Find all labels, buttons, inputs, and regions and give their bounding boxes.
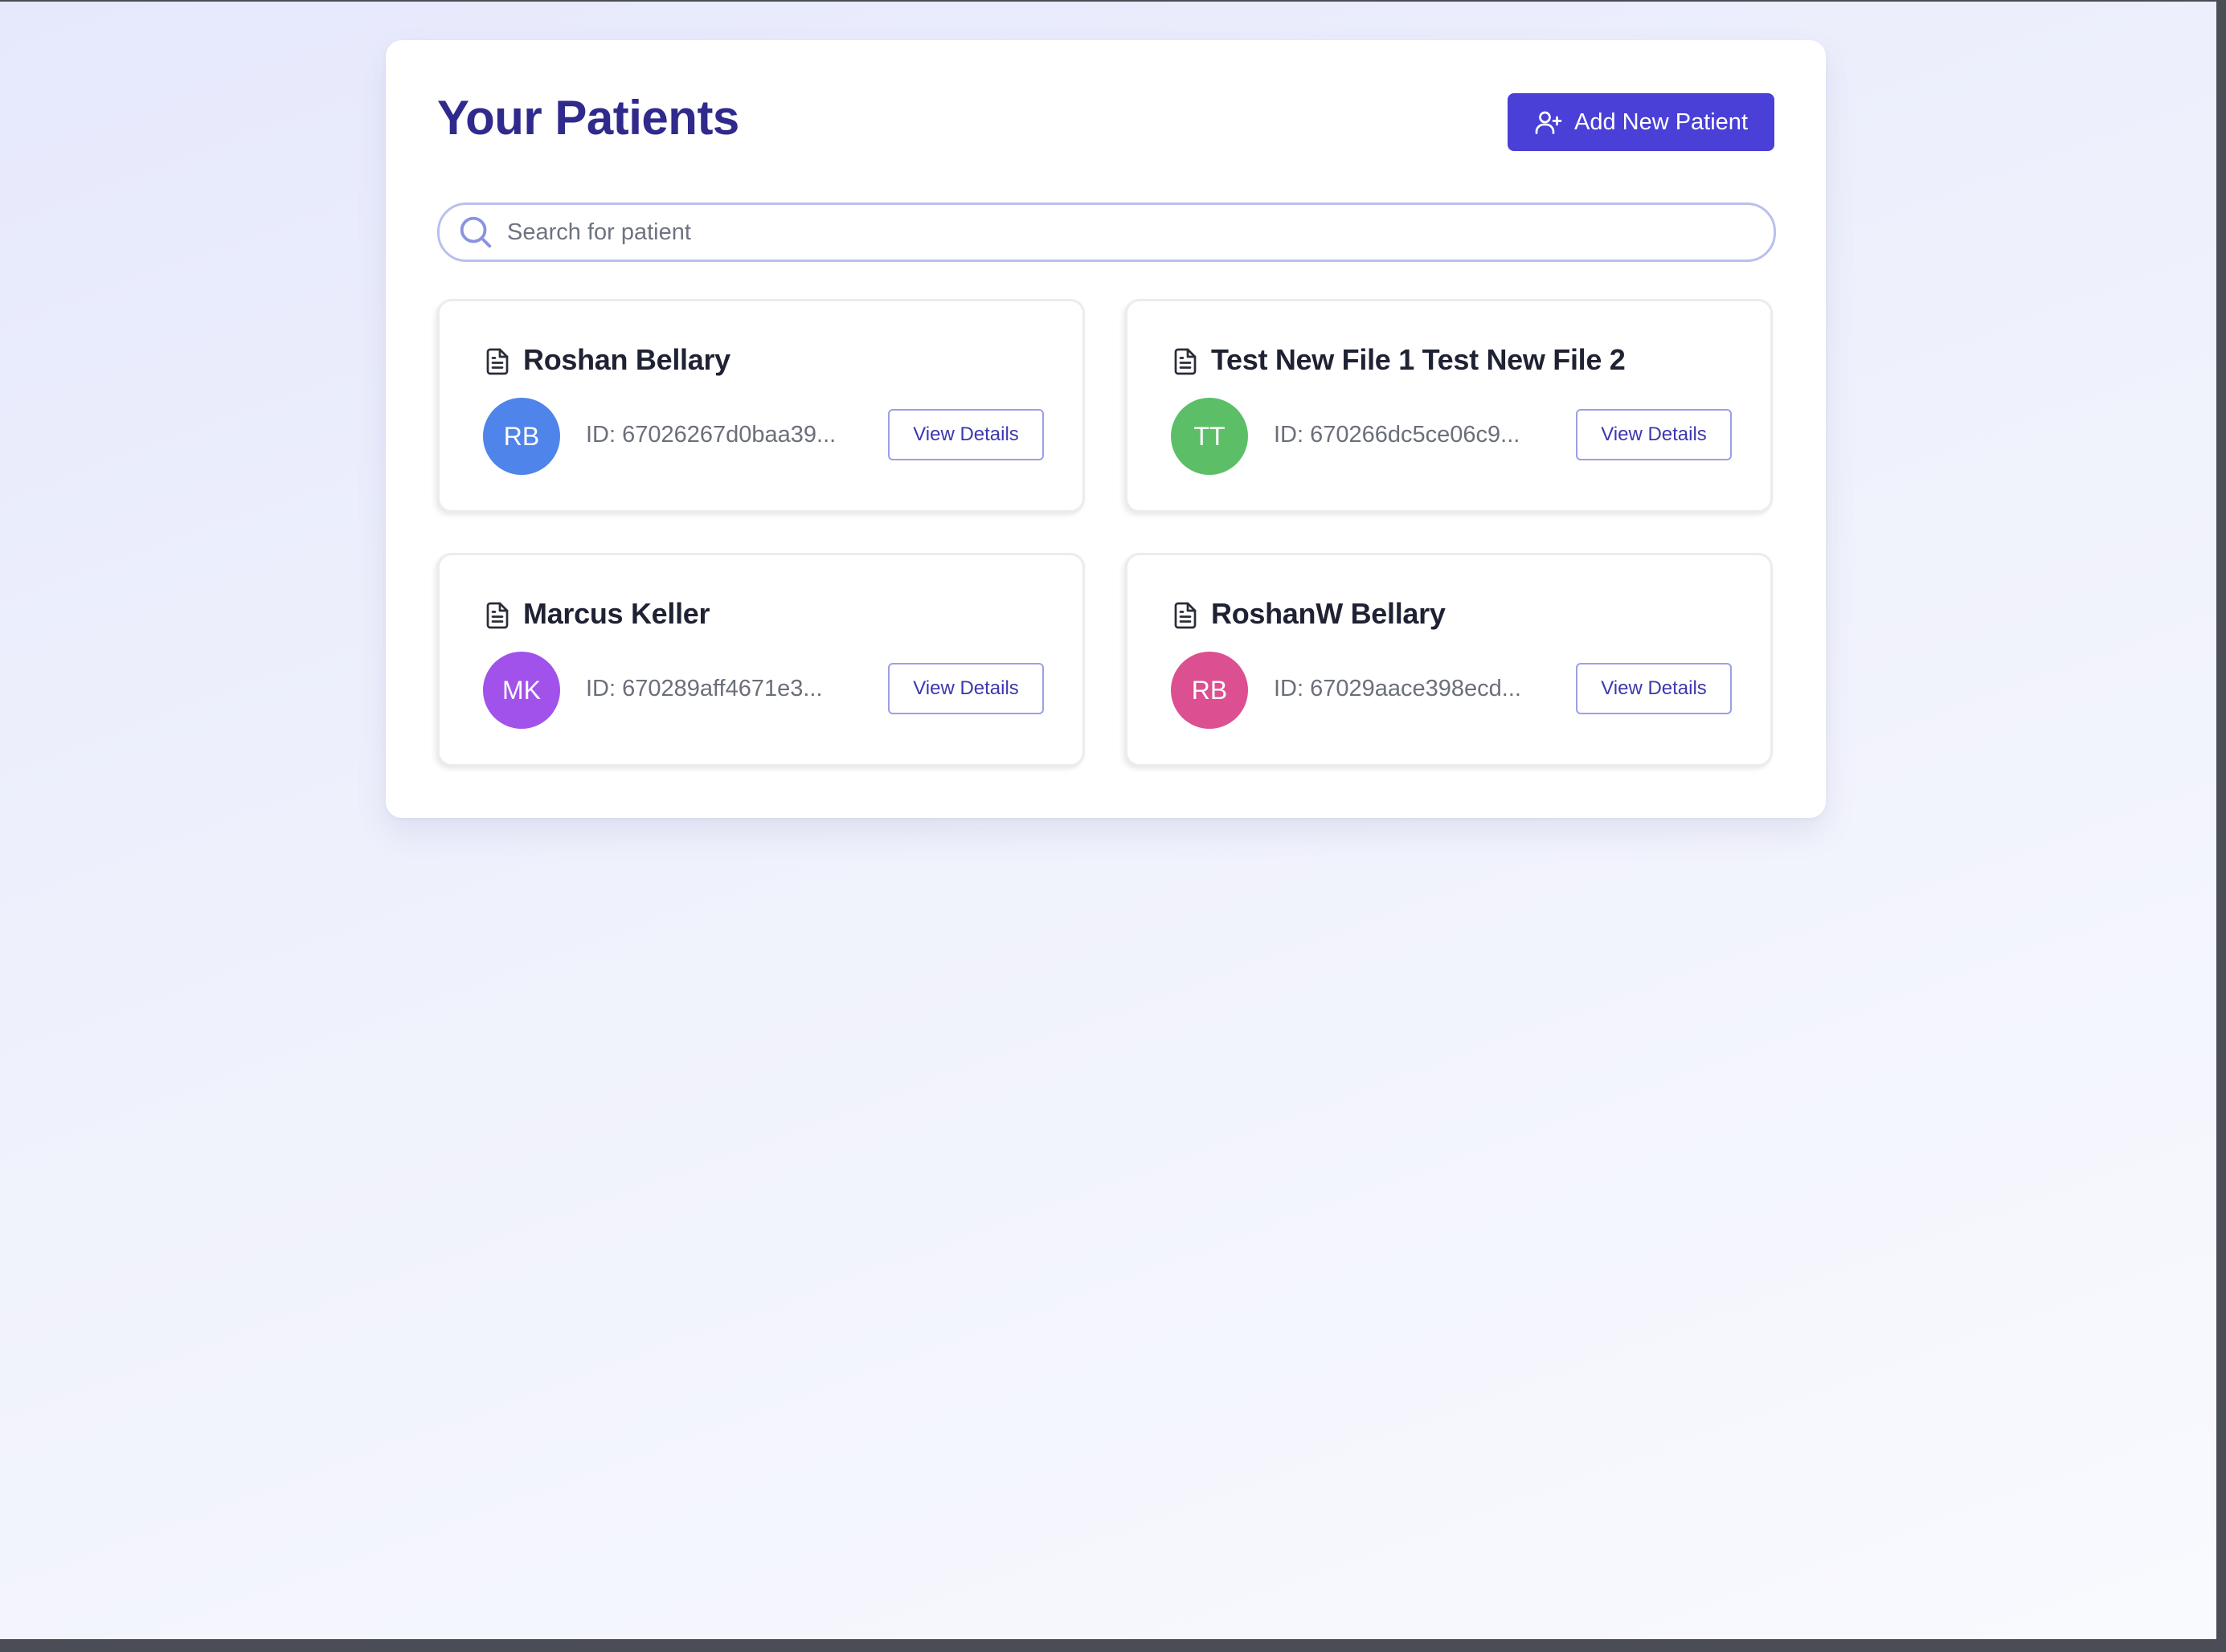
search-input[interactable] xyxy=(505,218,1774,247)
search-icon xyxy=(460,216,492,248)
patient-id: ID: 670289aff4671e3... xyxy=(586,676,823,701)
view-details-button[interactable]: View Details xyxy=(1576,663,1732,714)
patient-card: RoshanW Bellary RB ID: 67029aace398ecd..… xyxy=(1125,553,1773,767)
view-details-button[interactable]: View Details xyxy=(888,663,1044,714)
view-details-button[interactable]: View Details xyxy=(1576,409,1732,460)
patient-id: ID: 67026267d0baa39... xyxy=(586,422,837,448)
patient-name: Test New File 1 Test New File 2 xyxy=(1211,343,1626,376)
page-title: Your Patients xyxy=(437,91,739,145)
patient-card: Test New File 1 Test New File 2 TT ID: 6… xyxy=(1125,299,1773,513)
patient-id: ID: 67029aace398ecd... xyxy=(1274,676,1521,701)
avatar: RB xyxy=(483,398,560,475)
patient-name: RoshanW Bellary xyxy=(1211,597,1446,630)
avatar: RB xyxy=(1171,652,1248,729)
app-background: Your Patients Add New Patient Roshan Be xyxy=(0,2,2216,1639)
search-bar[interactable] xyxy=(437,202,1776,262)
patient-name: Roshan Bellary xyxy=(523,343,730,376)
document-icon xyxy=(486,348,509,375)
add-new-patient-button[interactable]: Add New Patient xyxy=(1508,93,1774,151)
document-icon xyxy=(1174,348,1197,375)
patient-card: Roshan Bellary RB ID: 67026267d0baa39...… xyxy=(437,299,1085,513)
patients-panel: Your Patients Add New Patient Roshan Be xyxy=(386,40,1826,818)
patient-card: Marcus Keller MK ID: 670289aff4671e3... … xyxy=(437,553,1085,767)
document-icon xyxy=(486,602,509,629)
avatar: MK xyxy=(483,652,560,729)
add-new-patient-label: Add New Patient xyxy=(1573,108,1748,135)
patient-id: ID: 670266dc5ce06c9... xyxy=(1274,422,1520,448)
view-details-button[interactable]: View Details xyxy=(888,409,1044,460)
document-icon xyxy=(1174,602,1197,629)
avatar: TT xyxy=(1171,398,1248,475)
patient-name: Marcus Keller xyxy=(523,597,710,630)
user-plus-icon xyxy=(1535,111,1562,134)
